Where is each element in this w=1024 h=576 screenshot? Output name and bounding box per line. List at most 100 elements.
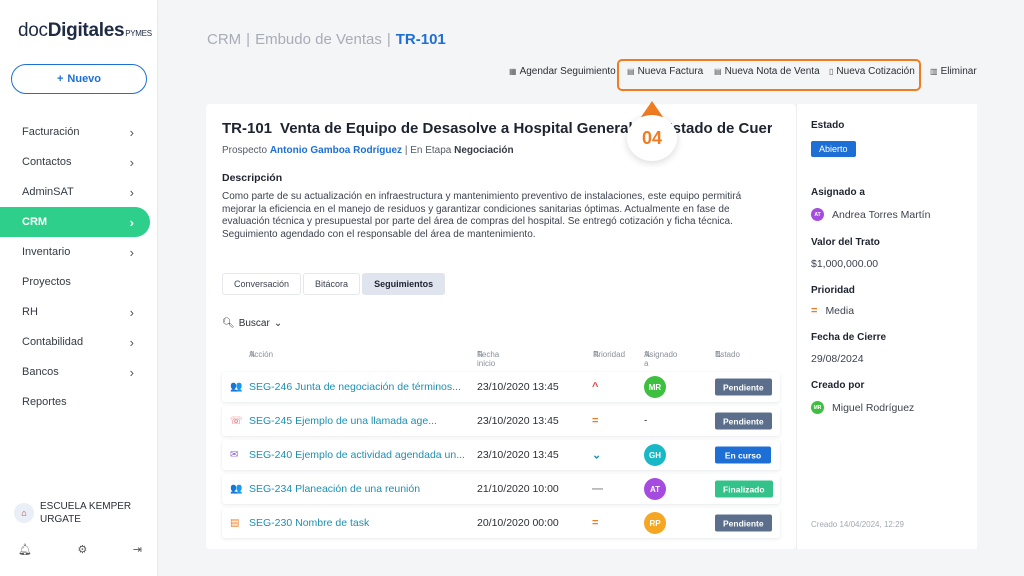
search-label: Buscar [238, 318, 270, 329]
deal-code: TR-101 [222, 120, 273, 137]
app-logo[interactable]: docDigitalesPYMES [18, 20, 152, 42]
schedule-followup-button[interactable]: ▦ Agendar Seguimiento [509, 66, 616, 77]
tab-bitácora[interactable]: Bitácora [303, 273, 361, 295]
followup-link[interactable]: SEG-240 Ejemplo de actividad agendada un… [249, 449, 465, 461]
settings-gear-icon[interactable]: ⚙ [77, 543, 87, 556]
unassigned-dash: - [644, 415, 648, 427]
breadcrumb-separator: | [246, 31, 251, 48]
priority-label: Prioridad [811, 285, 855, 296]
sort-icon: ⇅ [644, 350, 651, 359]
table-row[interactable]: ▤ SEG-230 Nombre de task 20/10/2020 00:00 =… [222, 508, 780, 538]
calendar-icon: ▦ [509, 67, 517, 76]
sidebar-item-label: Contabilidad [22, 336, 84, 348]
status-cell: En curso [715, 446, 771, 464]
sidebar-item-rh[interactable]: RH › [0, 297, 158, 327]
avatar: AT [644, 478, 666, 500]
search-dropdown[interactable]: 🔍︎ Buscar ⌄ [222, 318, 282, 329]
organization[interactable]: ⌂ ESCUELA KEMPER URGATE [14, 500, 131, 526]
deal-card: TR-101 Venta de Equipo de Desasolve a Hos… [206, 104, 796, 549]
organization-name-line1: ESCUELA KEMPER [40, 501, 132, 512]
followup-link[interactable]: SEG-245 Ejemplo de una llamada age... [249, 415, 437, 427]
avatar: MR [644, 376, 666, 398]
sort-icon: ⇅ [249, 350, 256, 359]
sidebar-item-contabilidad[interactable]: Contabilidad › [0, 327, 158, 357]
sidebar-item-reportes[interactable]: Reportes [0, 387, 158, 417]
organization-logo-icon: ⌂ [14, 503, 34, 523]
avatar: RP [644, 512, 666, 534]
table-header: Acción ⇅ Fecha inicio ⇅ Prioridad ⇅ Asig… [222, 350, 780, 368]
assigned-user[interactable]: AT Andrea Torres Martín [811, 208, 930, 221]
followup-link[interactable]: SEG-234 Planeación de una reunión [249, 483, 420, 495]
table-row[interactable]: 👥 SEG-246 Junta de negociación de término… [222, 372, 780, 402]
sidebar-item-label: CRM [22, 216, 48, 228]
highlight-frame [617, 59, 921, 91]
chevron-right-icon: › [129, 244, 134, 260]
estado-badge[interactable]: Abierto [811, 141, 856, 157]
prospect-label: Prospecto [222, 145, 268, 156]
avatar: MR [811, 401, 824, 414]
status-badge: Pendiente [715, 514, 772, 532]
sidebar-nav: Facturación › Contactos › AdminSAT › CRM › Inven… [0, 117, 158, 417]
status-badge: Pendiente [715, 412, 772, 430]
tab-conversación[interactable]: Conversación [222, 273, 302, 295]
status-cell: Pendiente [715, 412, 772, 430]
assignee: RP [644, 512, 666, 534]
sidebar-item-label: RH [22, 306, 38, 318]
stage-value: Negociación [454, 145, 514, 156]
sidebar-item-facturación[interactable]: Facturación › [0, 117, 158, 147]
organization-name-line2: URGATE [40, 514, 81, 525]
priority-icon: ⌄ [592, 449, 602, 462]
chevron-right-icon: › [129, 184, 134, 200]
priority-icon: = [592, 415, 599, 427]
assignee: AT [644, 478, 666, 500]
breadcrumb-funnel[interactable]: Embudo de Ventas [255, 31, 382, 48]
followup-link[interactable]: SEG-230 Nombre de task [249, 517, 369, 529]
sidebar-item-proyectos[interactable]: Proyectos [0, 267, 158, 297]
sidebar-item-inventario[interactable]: Inventario › [0, 237, 158, 267]
priority-icon: = [592, 517, 599, 529]
delete-label: Eliminar [940, 66, 977, 77]
chevron-right-icon: › [129, 304, 134, 320]
table-row[interactable]: 👥 SEG-234 Planeación de una reunión 21/10/… [222, 474, 780, 504]
task-icon: ▤ [230, 517, 240, 529]
sidebar-item-adminsat[interactable]: AdminSAT › [0, 177, 158, 207]
logout-icon[interactable]: ⇥ [133, 543, 142, 556]
sidebar-item-crm[interactable]: CRM › [0, 207, 150, 237]
priority-text: Media [825, 305, 855, 317]
table-row[interactable]: ☏ SEG-245 Ejemplo de una llamada age... 23… [222, 406, 780, 436]
notifications-bell-icon[interactable]: 🔔︎ [18, 543, 32, 556]
start-date: 23/10/2020 13:45 [477, 415, 559, 427]
estado-label: Estado [811, 120, 845, 131]
sidebar-footer: 🔔︎ ⚙ ⇥ [18, 543, 142, 556]
status-cell: Pendiente [715, 514, 772, 532]
priority-icon: ^ [592, 381, 599, 393]
assignee: GH [644, 444, 666, 466]
prospect-link[interactable]: Antonio Gamboa Rodríguez [270, 145, 402, 156]
priority-value: = Media [811, 305, 854, 317]
table-row[interactable]: ✉ SEG-240 Ejemplo de actividad agendada u… [222, 440, 780, 470]
created-by-user: MR Miguel Rodríguez [811, 401, 914, 414]
status-badge: Pendiente [715, 378, 772, 396]
sidebar-item-label: Proyectos [22, 276, 71, 288]
deal-title-text: Venta de Equipo de Desasolve a Hospital … [280, 120, 772, 137]
delete-button[interactable]: ▥ Eliminar [930, 66, 977, 77]
sidebar-item-bancos[interactable]: Bancos › [0, 357, 158, 387]
sidebar-item-contactos[interactable]: Contactos › [0, 147, 158, 177]
created-by-label: Creado por [811, 380, 865, 391]
status-cell: Finalizado [715, 480, 773, 498]
assigned-label: Asignado a [811, 187, 865, 198]
trash-icon: ▥ [930, 67, 938, 76]
breadcrumb-current: TR-101 [395, 31, 446, 48]
followup-link[interactable]: SEG-246 Junta de negociación de términos… [249, 381, 461, 393]
sidebar-item-label: Reportes [22, 396, 67, 408]
description-text: Como parte de su actualización en infrae… [222, 191, 742, 240]
start-date: 23/10/2020 13:45 [477, 381, 559, 393]
search-icon: 🔍︎ [222, 318, 235, 329]
avatar: GH [644, 444, 666, 466]
breadcrumb-crm[interactable]: CRM [207, 31, 241, 48]
tab-seguimientos[interactable]: Seguimientos [362, 273, 446, 295]
assignee: - [644, 416, 647, 427]
step-marker: 04 [627, 115, 677, 161]
status-badge: Finalizado [715, 480, 773, 498]
chevron-right-icon: › [129, 154, 134, 170]
